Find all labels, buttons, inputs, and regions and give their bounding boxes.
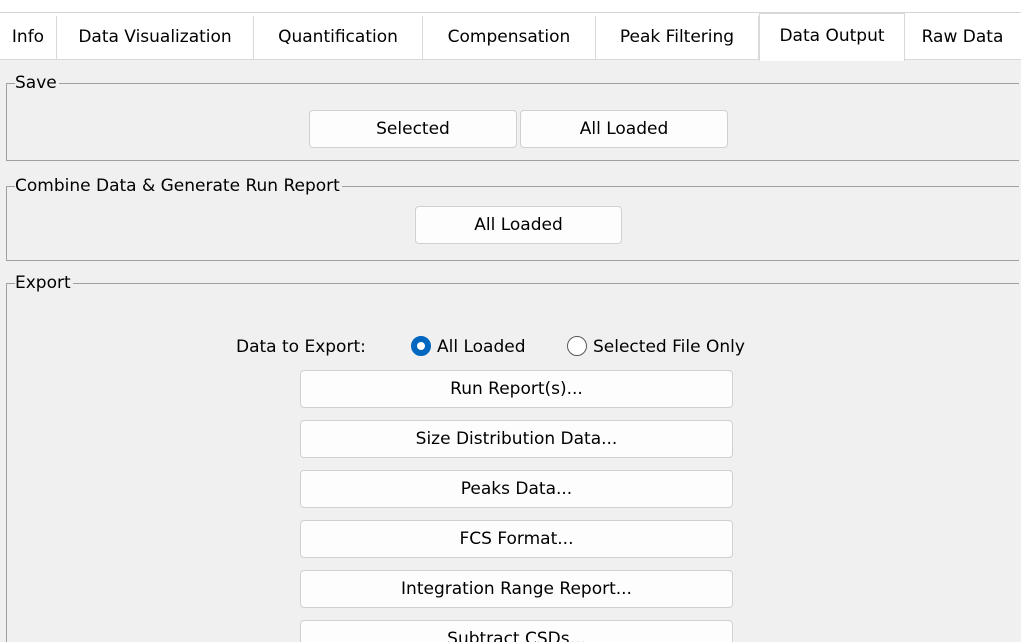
data-to-export-row: Data to Export: All Loaded Selected File… <box>7 332 1020 362</box>
data-to-export-label: Data to Export: <box>236 337 366 357</box>
combine-all-loaded-button[interactable]: All Loaded <box>415 206 622 244</box>
tab-data-visualization[interactable]: Data Visualization <box>57 16 254 59</box>
tab-raw-data[interactable]: Raw Data <box>904 16 1021 59</box>
tab-bar: Info Data Visualization Quantification C… <box>0 13 1021 61</box>
save-group-title: Save <box>15 72 59 94</box>
fcs-format-button[interactable]: FCS Format... <box>300 520 733 558</box>
save-group: Save Selected All Loaded <box>6 72 1019 161</box>
export-selected-file-only-option[interactable]: Selected File Only <box>567 332 745 362</box>
export-selected-file-only-radio[interactable] <box>567 336 587 356</box>
export-group: Export Data to Export: All Loaded Select… <box>6 272 1020 642</box>
tab-info[interactable]: Info <box>0 16 57 59</box>
size-distribution-data-button[interactable]: Size Distribution Data... <box>300 420 733 458</box>
tab-quantification[interactable]: Quantification <box>254 16 423 59</box>
export-all-loaded-label: All Loaded <box>437 337 526 357</box>
export-selected-file-only-label: Selected File Only <box>593 337 745 357</box>
integration-range-report-button[interactable]: Integration Range Report... <box>300 570 733 608</box>
window-top-strip <box>0 0 1021 13</box>
subtract-csds-button[interactable]: Subtract CSDs... <box>300 620 733 642</box>
data-output-panel: Save Selected All Loaded Combine Data & … <box>0 59 1021 642</box>
peaks-data-button[interactable]: Peaks Data... <box>300 470 733 508</box>
export-all-loaded-radio[interactable] <box>411 336 431 356</box>
tab-data-output[interactable]: Data Output <box>759 13 905 61</box>
run-reports-button[interactable]: Run Report(s)... <box>300 370 733 408</box>
tab-compensation[interactable]: Compensation <box>423 16 596 59</box>
app-window: Info Data Visualization Quantification C… <box>0 0 1021 642</box>
save-selected-button[interactable]: Selected <box>309 110 517 148</box>
export-group-title: Export <box>15 272 73 294</box>
save-all-loaded-button[interactable]: All Loaded <box>520 110 728 148</box>
combine-group-title: Combine Data & Generate Run Report <box>15 175 342 197</box>
combine-group: Combine Data & Generate Run Report All L… <box>6 175 1019 261</box>
tab-peak-filtering[interactable]: Peak Filtering <box>596 16 759 59</box>
export-all-loaded-option[interactable]: All Loaded <box>411 332 526 362</box>
